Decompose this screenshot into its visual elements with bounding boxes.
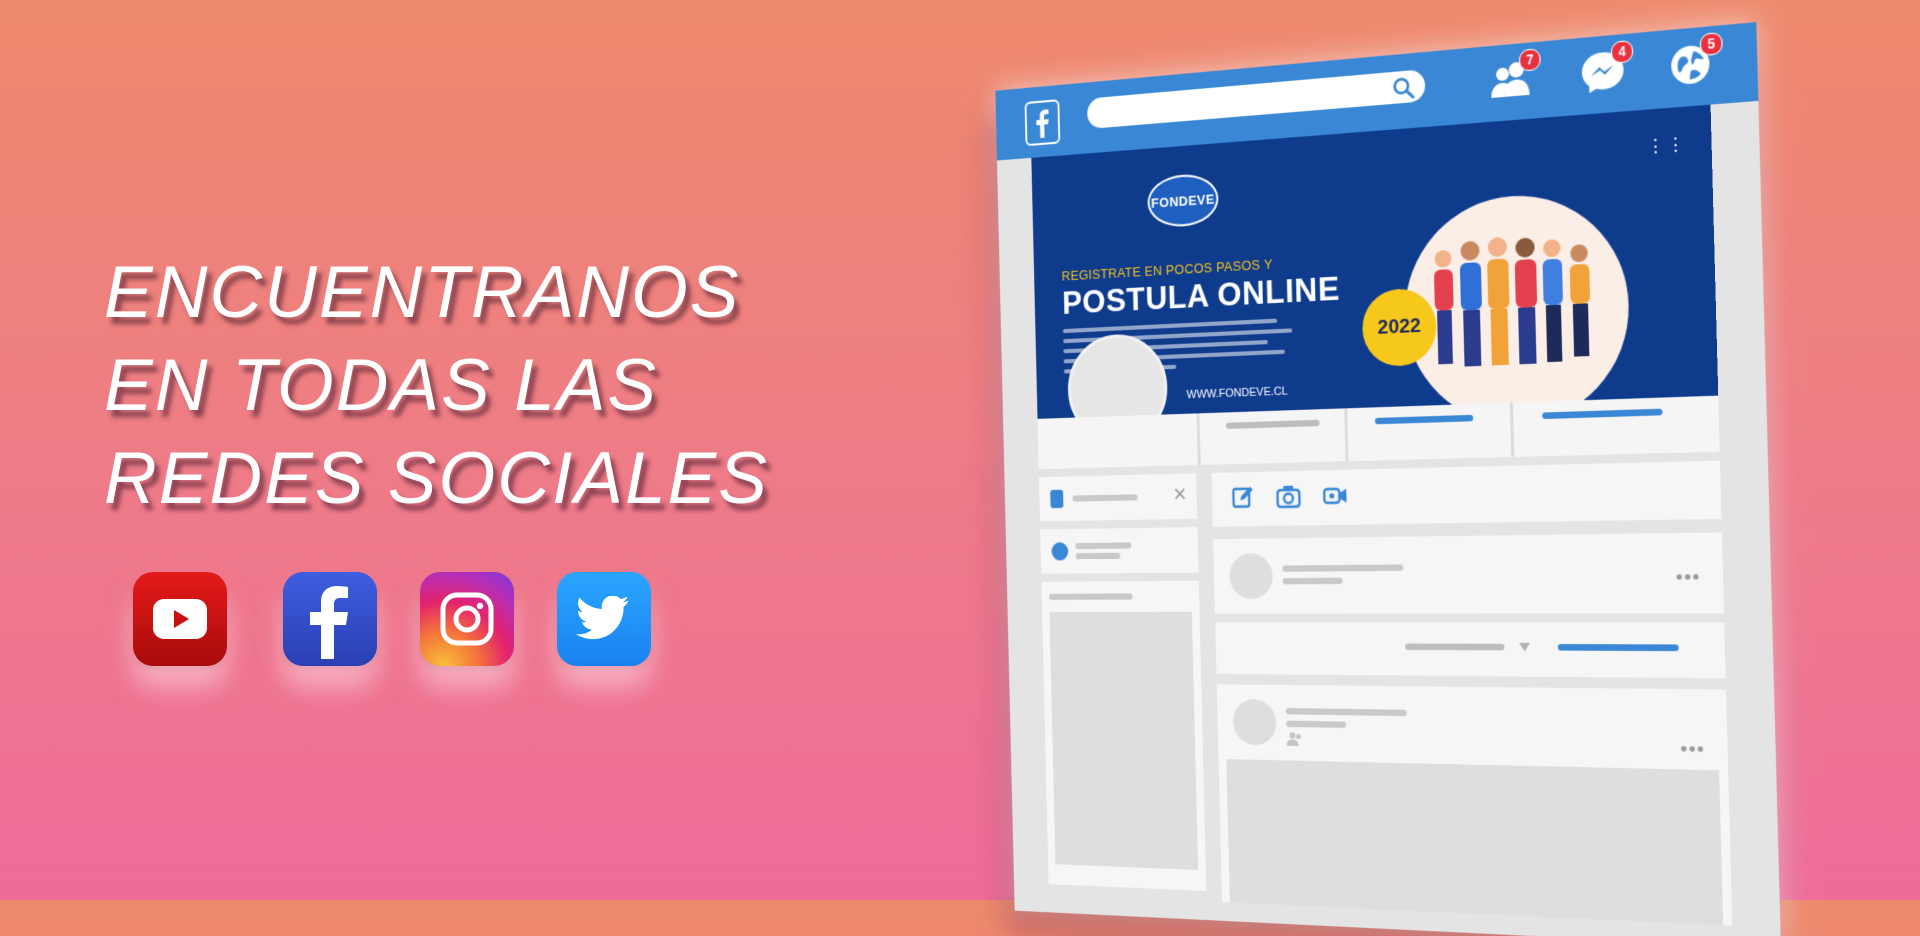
feed: ••• ••• — [1211, 452, 1732, 924]
twitter-icon[interactable] — [557, 572, 651, 666]
feed-post: ••• — [1213, 532, 1724, 613]
friend-requests-badge: 7 — [1519, 48, 1541, 72]
intro-card: ✕ — [1039, 473, 1197, 521]
facebook-logo-icon[interactable] — [1025, 99, 1061, 146]
camera-icon[interactable] — [1275, 483, 1301, 509]
feed-post: ••• — [1217, 684, 1733, 925]
youtube-icon[interactable] — [133, 572, 227, 666]
photo-grid-placeholder[interactable] — [1049, 612, 1198, 870]
close-icon[interactable]: ✕ — [1172, 484, 1187, 506]
friend-requests-icon[interactable]: 7 — [1487, 55, 1535, 102]
cover-url: WWW.FONDEVE.CL — [1186, 385, 1287, 401]
messages-badge: 4 — [1611, 40, 1634, 64]
notifications-globe-icon[interactable]: 5 — [1666, 39, 1717, 88]
social-icons — [133, 572, 653, 672]
placeholder-text — [1283, 578, 1343, 585]
fondeve-logo: FONDEVE — [1147, 172, 1219, 228]
tab-about[interactable] — [1375, 415, 1473, 425]
tab-divider — [1344, 408, 1348, 461]
photos-card — [1041, 581, 1206, 891]
tab-divider — [1197, 413, 1201, 465]
dropdown-caret-icon[interactable] — [1518, 642, 1531, 653]
messenger-icon[interactable]: 4 — [1578, 47, 1627, 95]
facebook-page-frame: 7 4 5 FONDEVE REGISTRATE EN POCOS PASOS … — [995, 22, 1781, 936]
left-sidebar: ✕ — [1039, 465, 1209, 899]
instagram-icon[interactable] — [420, 572, 514, 666]
edit-post-icon[interactable] — [1231, 484, 1255, 509]
headline-line-1: ENCUENTRANOS — [104, 246, 769, 339]
post-avatar — [1233, 699, 1277, 746]
search-icon — [1392, 75, 1415, 100]
placeholder-text — [1049, 593, 1133, 599]
placeholder-text — [1075, 542, 1131, 549]
tab-timeline[interactable] — [1226, 420, 1320, 429]
post-avatar — [1229, 553, 1273, 599]
video-icon[interactable] — [1322, 482, 1349, 508]
post-actions-bar — [1215, 622, 1726, 678]
headline-line-2: EN TODAS LAS — [104, 339, 769, 432]
notifications-badge: 5 — [1700, 32, 1723, 56]
facebook-icon[interactable] — [283, 572, 377, 666]
facebook-mockup: 7 4 5 FONDEVE REGISTRATE EN POCOS PASOS … — [1005, 0, 1785, 900]
placeholder-text — [1072, 494, 1137, 501]
placeholder-text — [1286, 721, 1346, 728]
people-illustration — [1420, 227, 1615, 378]
placeholder-text — [1286, 708, 1407, 716]
action-button[interactable] — [1558, 644, 1679, 651]
intro-icon — [1050, 490, 1063, 508]
headline-line-3: REDES SOCIALES — [104, 432, 769, 525]
post-composer — [1212, 461, 1722, 527]
search-input[interactable] — [1087, 69, 1426, 129]
page-info-card — [1040, 527, 1198, 574]
headline: ENCUENTRANOS EN TODAS LAS REDES SOCIALES — [104, 246, 769, 525]
more-options-icon[interactable]: ••• — [1680, 738, 1705, 762]
info-icon — [1051, 542, 1068, 560]
placeholder-text — [1076, 553, 1121, 560]
audience-icon — [1286, 731, 1304, 746]
post-image-placeholder[interactable] — [1226, 759, 1723, 925]
placeholder-text — [1405, 643, 1504, 650]
more-options-icon[interactable]: ••• — [1676, 566, 1701, 590]
tab-friends[interactable] — [1542, 409, 1662, 419]
cover-options-icon[interactable]: ⋮⋮ — [1646, 133, 1687, 158]
placeholder-text — [1282, 564, 1403, 571]
tab-divider — [1510, 403, 1515, 457]
